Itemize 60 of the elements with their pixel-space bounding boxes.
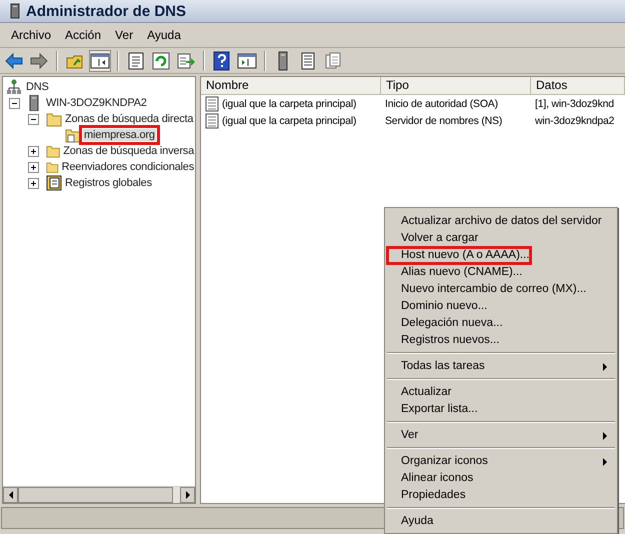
table-cell: (igual que la carpeta principal) <box>222 114 356 126</box>
copy-icon[interactable] <box>323 50 343 70</box>
menu-item[interactable]: Ayuda <box>140 26 188 44</box>
book-icon <box>46 175 62 191</box>
expander-plus-icon[interactable] <box>28 178 39 188</box>
tree-item[interactable]: miempresa.org <box>83 129 156 141</box>
table-cell: Inicio de autoridad (SOA) <box>385 98 498 110</box>
menu-item[interactable]: Host nuevo (A o AAAA)... <box>387 247 531 264</box>
expander-minus-icon[interactable] <box>9 98 20 108</box>
forward-arrow-icon[interactable] <box>29 50 49 70</box>
back-arrow-icon[interactable] <box>4 50 24 70</box>
expander-minus-icon[interactable] <box>28 114 39 124</box>
column-header[interactable]: Tipo <box>381 77 531 94</box>
table-cell: [1], win-3doz9knd <box>535 98 614 110</box>
column-header[interactable]: Nombre <box>201 77 381 94</box>
menu-item[interactable]: Alias nuevo (CNAME)... <box>385 264 617 281</box>
window-title: Administrador de DNS <box>26 2 186 20</box>
table-cell: (igual que la carpeta principal) <box>222 98 356 110</box>
help-icon[interactable] <box>212 50 232 70</box>
menu-item[interactable]: Dominio nuevo... <box>385 298 617 315</box>
tree-item[interactable]: Registros globales <box>64 177 153 189</box>
zone-folder-icon <box>65 127 81 143</box>
menu-item[interactable]: Registros nuevos... <box>385 332 617 349</box>
properties-icon[interactable] <box>126 50 146 70</box>
menu-item[interactable]: Archivo <box>4 26 58 44</box>
table-cell: win-3doz9kndpa2 <box>535 114 614 126</box>
expander-plus-icon[interactable] <box>28 162 39 172</box>
menu-item[interactable]: Nuevo intercambio de correo (MX)... <box>385 281 617 298</box>
pane-toggle-icon[interactable] <box>90 50 110 70</box>
folder-icon <box>46 111 62 127</box>
expander-plus-icon[interactable] <box>28 146 39 156</box>
tree-item[interactable]: Zonas de búsqueda inversa <box>62 145 195 157</box>
tree-item[interactable]: Zonas de búsqueda directa <box>64 113 194 125</box>
menu-item[interactable]: Actualizar <box>385 384 617 401</box>
menu-item[interactable]: Todas las tareas <box>385 358 617 375</box>
menu-item[interactable]: Alinear iconos <box>385 470 617 487</box>
menu-item[interactable]: Volver a cargar <box>385 230 617 247</box>
horizontal-scrollbar[interactable] <box>3 486 195 503</box>
tree-item[interactable]: DNS <box>25 81 50 93</box>
menu-item[interactable]: Acción <box>58 26 108 44</box>
action-pane-icon[interactable] <box>237 50 257 70</box>
menu-item[interactable]: Organizar iconos <box>385 453 617 470</box>
tree-item[interactable]: WIN-3DOZ9KNDPA2 <box>45 97 148 109</box>
menu-item[interactable]: Ver <box>385 427 617 444</box>
server-icon <box>8 3 22 19</box>
record-icon <box>205 96 219 112</box>
column-header[interactable]: Datos <box>531 77 625 94</box>
table-cell: Servidor de nombres (NS) <box>385 114 502 126</box>
menu-item[interactable]: Propiedades <box>385 487 617 504</box>
record-icon <box>205 112 219 128</box>
menu-item[interactable]: Delegación nueva... <box>385 315 617 332</box>
refresh-icon[interactable] <box>151 50 171 70</box>
folder-icon <box>46 143 60 159</box>
export-list-icon[interactable] <box>176 50 196 70</box>
menu-item[interactable]: Ver <box>108 26 140 44</box>
tree-item[interactable]: Reenviadores condicionales <box>60 161 195 173</box>
menu-item[interactable]: Ayuda <box>385 513 617 530</box>
menu-item[interactable]: Actualizar archivo de datos del servidor <box>385 213 617 230</box>
network-icon <box>7 79 23 95</box>
menu-item[interactable]: Exportar lista... <box>385 401 617 418</box>
